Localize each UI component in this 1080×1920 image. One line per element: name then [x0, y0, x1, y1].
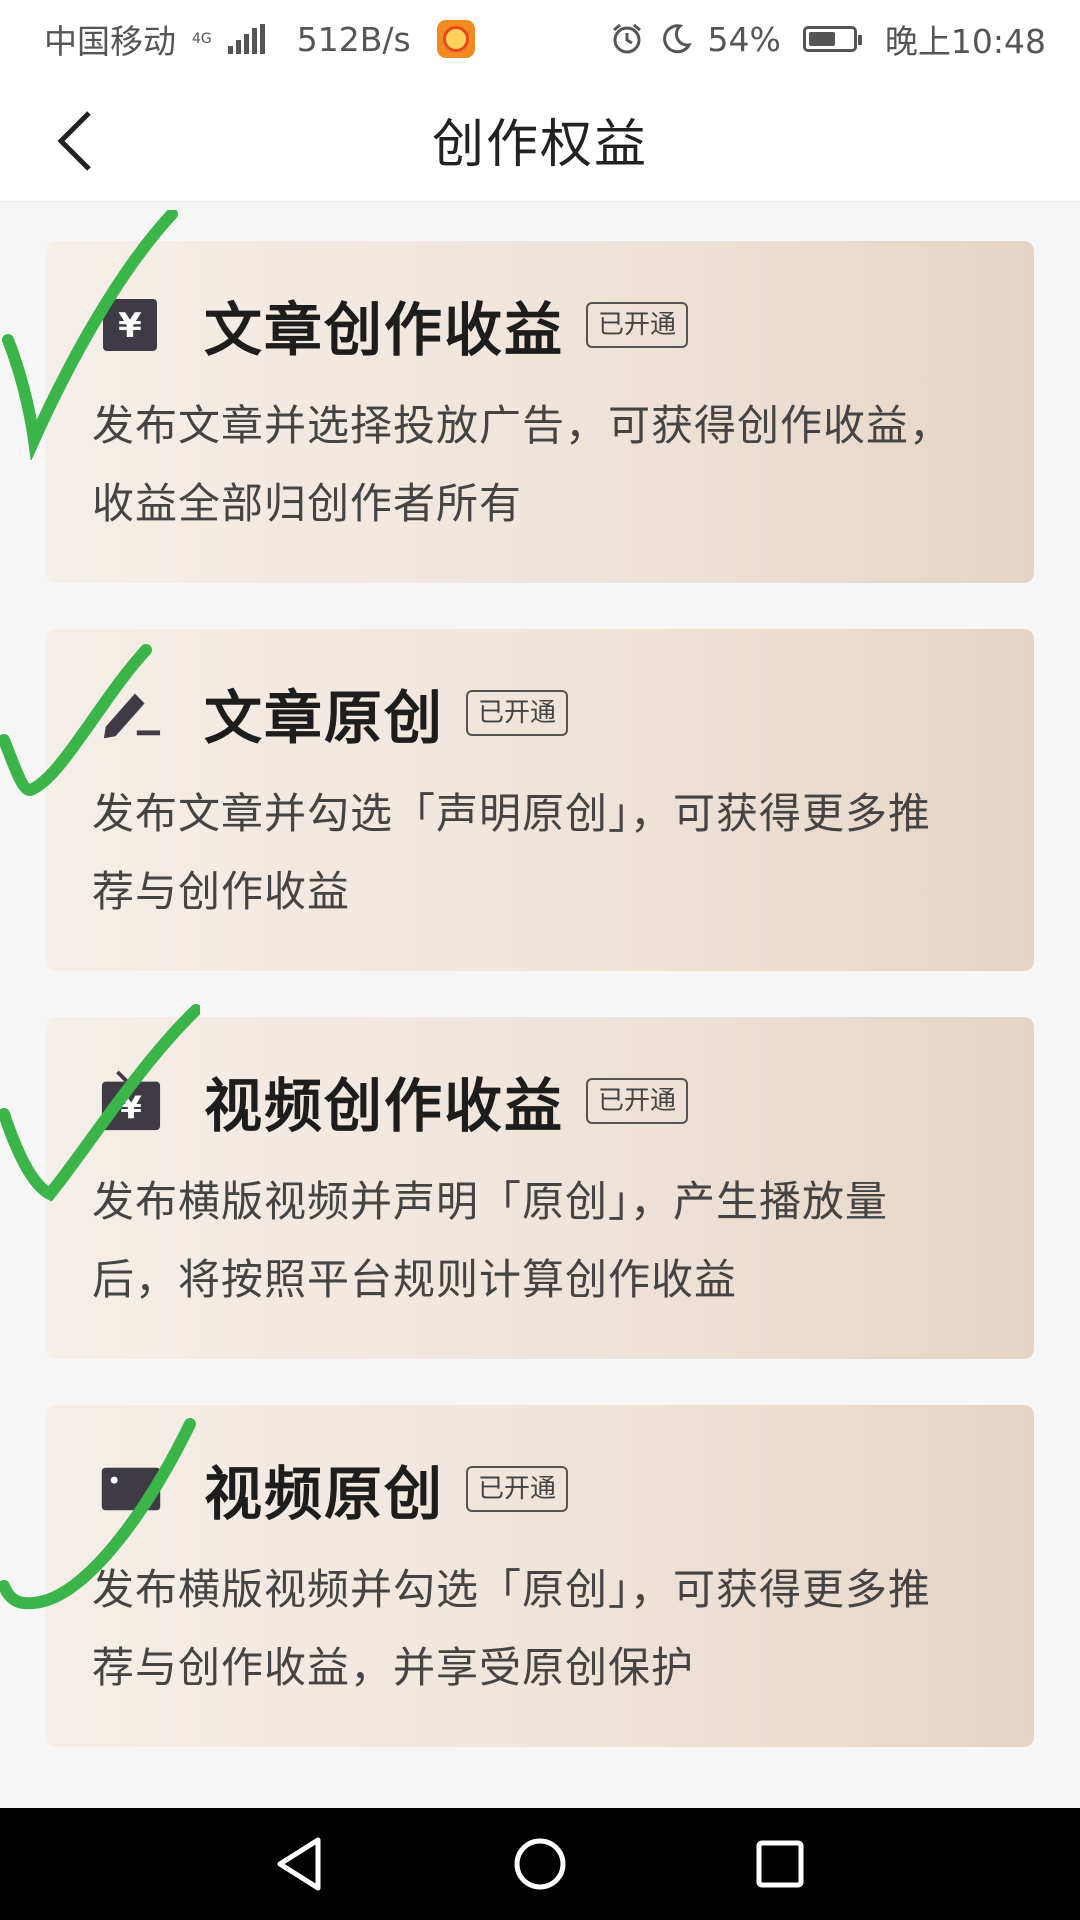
card-description: 发布文章并选择投放广告，可获得创作收益，收益全部归创作者所有 — [92, 401, 953, 528]
moon-icon — [662, 24, 692, 54]
benefit-card[interactable]: ¥ 文章创作收益 已开通 发布文章并选择投放广告，可获得创作收益，收益全部归创作… — [46, 241, 1034, 583]
card-title: 文章创作收益 — [204, 296, 565, 364]
card-header: 文章原创 已开通 — [92, 673, 988, 753]
card-description: 发布横版视频并勾选「原创」，可获得更多推荐与创作收益，并享受原创保护 — [92, 1565, 932, 1692]
header: 创作权益 — [0, 78, 1080, 202]
benefit-card[interactable]: ¥ 视频创作收益 已开通 发布横版视频并声明「原创」，产生播放量后，将按照平台规… — [46, 1017, 1034, 1359]
pen-icon — [100, 682, 162, 744]
carrier-name: 中国移动 — [44, 22, 176, 61]
svg-text:¥: ¥ — [118, 306, 142, 346]
status-badge: 已开通 — [586, 302, 689, 348]
circle-home-icon — [514, 1838, 566, 1890]
network-speed: 512B/s — [296, 19, 411, 59]
chevron-left-icon — [57, 111, 91, 171]
status-badge: 已开通 — [466, 1466, 569, 1512]
status-bar: 中国移动 4G 512B/s 54% 晚上10:48 — [0, 0, 1080, 78]
clock: 晚上10:48 — [884, 22, 1046, 61]
system-nav-bar — [0, 1808, 1080, 1920]
alarm-icon — [612, 23, 641, 54]
square-recents-icon — [756, 1840, 804, 1888]
card-header: ¥ 文章创作收益 已开通 — [92, 285, 988, 365]
card-description: 发布横版视频并声明「原创」，产生播放量后，将按照平台规则计算创作收益 — [92, 1177, 889, 1304]
card-header: 视频原创 已开通 — [92, 1449, 988, 1529]
benefit-card[interactable]: 文章原创 已开通 发布文章并勾选「声明原创」，可获得更多推荐与创作收益 — [46, 629, 1034, 971]
nav-back-button[interactable] — [260, 1824, 340, 1904]
yuan-doc-icon: ¥ — [100, 294, 162, 356]
nav-recents-button[interactable] — [740, 1824, 820, 1904]
page-title: 创作权益 — [431, 115, 648, 175]
triangle-back-icon — [277, 1837, 321, 1891]
card-title: 文章原创 — [204, 684, 445, 752]
app-notification-icon — [436, 20, 475, 58]
status-right: 54% 晚上10:48 — [610, 15, 1046, 63]
nav-home-button[interactable] — [500, 1824, 580, 1904]
card-title: 视频创作收益 — [204, 1072, 565, 1140]
battery-percent: 54% — [707, 19, 781, 59]
card-header: ¥ 视频创作收益 已开通 — [92, 1061, 988, 1141]
svg-text:¥: ¥ — [120, 1090, 142, 1126]
back-button[interactable] — [40, 106, 110, 176]
card-title: 视频原创 — [204, 1460, 445, 1528]
status-badge: 已开通 — [586, 1078, 689, 1124]
network-type: 4G — [192, 31, 212, 47]
signal-icon — [227, 24, 265, 54]
video-camera-icon — [100, 1458, 162, 1520]
benefits-list: ¥ 文章创作收益 已开通 发布文章并选择投放广告，可获得创作收益，收益全部归创作… — [0, 202, 1080, 1808]
benefit-card[interactable]: 视频原创 已开通 发布横版视频并勾选「原创」，可获得更多推荐与创作收益，并享受原… — [46, 1405, 1034, 1747]
status-left: 中国移动 4G 512B/s — [44, 15, 475, 63]
card-description: 发布文章并勾选「声明原创」，可获得更多推荐与创作收益 — [92, 789, 932, 916]
battery-icon — [802, 26, 862, 52]
status-badge: 已开通 — [466, 690, 569, 736]
tv-yuan-icon: ¥ — [100, 1070, 162, 1132]
